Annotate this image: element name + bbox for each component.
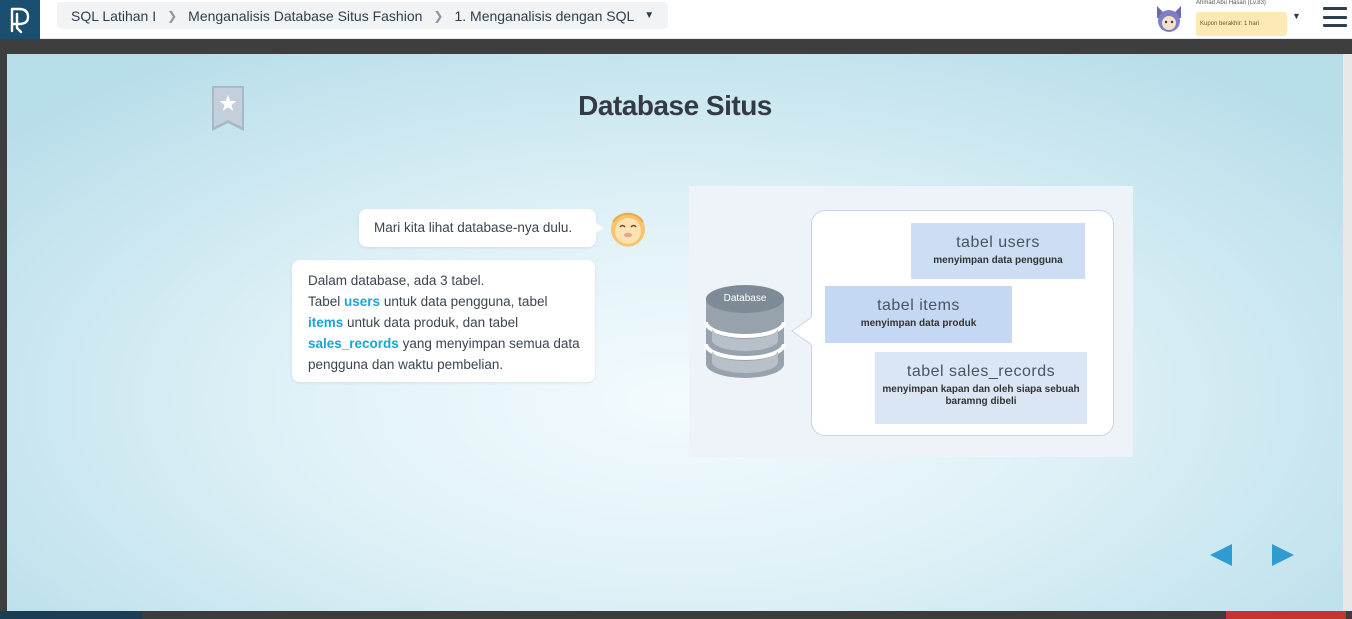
breadcrumb: SQL Latihan I ❯ Menganalisis Database Si… <box>57 2 669 29</box>
keyword-items: items <box>308 315 344 330</box>
breadcrumb-course[interactable]: SQL Latihan I <box>71 8 156 24</box>
next-arrow-icon[interactable] <box>1272 544 1294 566</box>
caret-down-icon[interactable]: ▼ <box>644 10 654 21</box>
speech-bubble: Mari kita lihat database-nya dulu. <box>359 209 603 247</box>
bubble-paragraph: Tabel users untuk data pengguna, tabel i… <box>308 294 580 372</box>
keyword-sales-records: sales_records <box>308 336 399 351</box>
prev-arrow-icon[interactable] <box>1210 544 1232 566</box>
table-sales-records-box: tabel sales_records menyimpan kapan dan … <box>875 352 1087 424</box>
database-label: Database <box>723 293 767 304</box>
slide-title: Database Situs <box>578 90 772 121</box>
avatar-icon[interactable] <box>1153 4 1185 34</box>
database-diagram: Database tabel users menyimpan data peng… <box>689 186 1133 457</box>
bottom-bar <box>0 611 1352 619</box>
table-users-box: tabel users menyimpan data pengguna <box>911 223 1085 279</box>
character-face-icon <box>611 212 645 247</box>
keyword-users: users <box>344 294 381 309</box>
slide: Database Situs Mari kita lihat database-… <box>7 54 1343 611</box>
bottom-right-button[interactable] <box>1226 611 1346 619</box>
user-name: Ahmad Abu Hasan (Lv.83) <box>1196 0 1266 6</box>
caret-down-icon[interactable]: ▼ <box>1292 11 1301 21</box>
breadcrumb-chapter[interactable]: Menganalisis Database Situs Fashion <box>188 8 422 24</box>
coupon-badge: Kupon berakhir: 1 hari <box>1196 12 1287 36</box>
explanation-bubble: Dalam database, ada 3 tabel. Tabel users… <box>292 260 595 382</box>
top-navigation: SQL Latihan I ❯ Menganalisis Database Si… <box>0 0 1352 39</box>
panel-pointer <box>791 317 814 345</box>
scrollbar-track[interactable] <box>1343 54 1352 611</box>
breadcrumb-lesson[interactable]: 1. Menganalisis dengan SQL <box>454 8 634 24</box>
menu-icon[interactable] <box>1323 7 1347 27</box>
table-items-box: tabel items menyimpan data produk <box>825 286 1012 343</box>
bottom-left-tab[interactable] <box>0 611 142 619</box>
logo-icon[interactable] <box>0 0 40 39</box>
chevron-right-icon: ❯ <box>433 8 444 23</box>
bubble-line: Dalam database, ada 3 tabel. <box>308 273 485 288</box>
chevron-right-icon: ❯ <box>167 8 178 23</box>
